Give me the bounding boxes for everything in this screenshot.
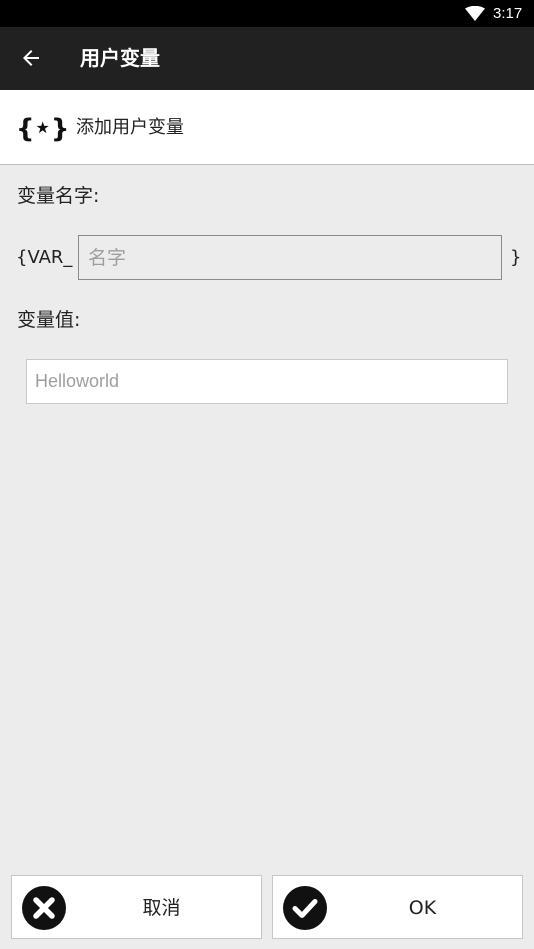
- variable-value-label: 变量值:: [17, 309, 81, 331]
- page-title: 用户变量: [80, 46, 160, 70]
- variable-brace-star-icon: {★}: [16, 114, 70, 144]
- ok-button[interactable]: OK: [272, 875, 523, 939]
- header-label: 添加用户变量: [76, 117, 184, 138]
- app-bar: 用户变量: [0, 27, 534, 90]
- cancel-button-label: 取消: [142, 897, 181, 919]
- status-time: 3:17: [493, 5, 523, 22]
- status-bar: 3:17: [0, 0, 534, 27]
- variable-name-prefix: {VAR_: [16, 247, 73, 268]
- variable-name-label: 变量名字:: [17, 185, 100, 207]
- variable-name-input[interactable]: [78, 235, 502, 280]
- ok-button-label: OK: [408, 897, 437, 919]
- variable-value-input[interactable]: [26, 359, 508, 404]
- cancel-button[interactable]: 取消: [11, 875, 262, 939]
- arrow-back-icon[interactable]: [19, 46, 43, 70]
- wifi-icon: [465, 6, 485, 21]
- dialog-header: {★} 添加用户变量: [0, 90, 534, 165]
- variable-name-suffix: }: [510, 247, 522, 268]
